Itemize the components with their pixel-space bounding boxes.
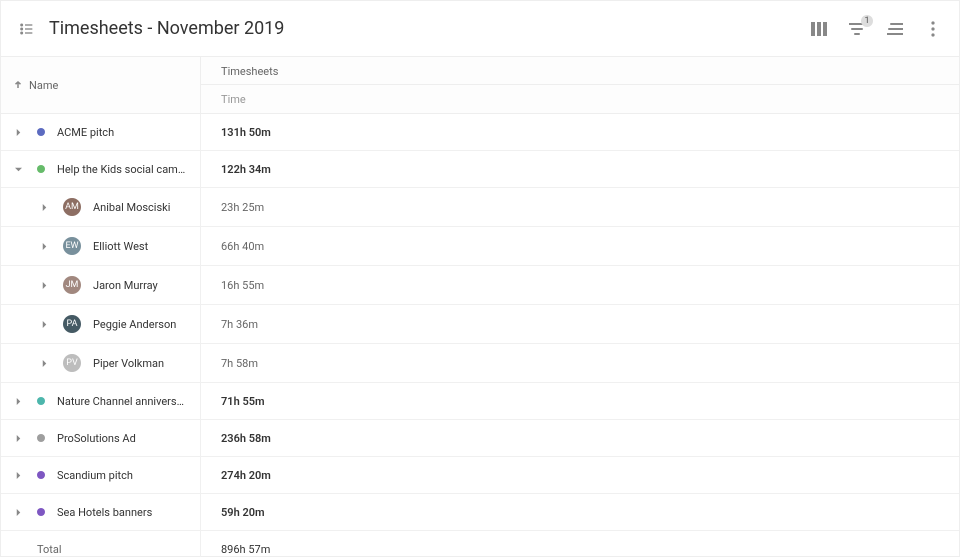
time-value: 122h 34m [221,163,271,176]
header-tools: 1 [809,19,943,39]
column-name-label: Name [29,79,58,92]
name-cell: AM Anibal Mosciski [1,188,201,226]
caret-right-icon[interactable] [13,507,23,517]
time-value: 7h 36m [221,318,258,331]
view-switch-icon[interactable] [17,19,37,39]
column-sub-label[interactable]: Time [201,85,959,113]
caret-right-icon[interactable] [39,202,49,212]
project-row[interactable]: ACME pitch 131h 50m [1,114,959,151]
time-value: 236h 58m [221,432,271,445]
caret-right-icon[interactable] [39,241,49,251]
name-cell: ProSolutions Ad [1,420,201,456]
avatar: PA [63,315,81,333]
name-cell: ACME pitch [1,114,201,150]
page-header: Timesheets - November 2019 1 [1,1,959,57]
project-color-dot [37,508,45,516]
user-name: Peggie Anderson [93,318,176,331]
time-value: 16h 55m [221,279,264,292]
caret-down-icon[interactable] [13,164,23,174]
time-value: 66h 40m [221,240,264,253]
total-label: Total [37,543,62,556]
name-cell: EW Elliott West [1,227,201,265]
project-name: Nature Channel anniversary cam... [57,395,188,408]
project-row[interactable]: Help the Kids social campaign 122h 34m [1,151,959,188]
caret-right-icon[interactable] [13,396,23,406]
project-row[interactable]: Nature Channel anniversary cam... 71h 55m [1,383,959,420]
name-cell: Nature Channel anniversary cam... [1,383,201,419]
user-row[interactable]: AM Anibal Mosciski 23h 25m [1,188,959,227]
total-value-cell: 896h 57m [201,531,959,557]
total-row: Total 896h 57m [1,531,959,557]
column-group-label[interactable]: Timesheets [201,57,959,85]
project-name: Scandium pitch [57,469,133,482]
caret-right-icon[interactable] [13,470,23,480]
total-label-cell: Total [1,531,201,557]
time-cell: 274h 20m [201,457,959,493]
time-value: 7h 58m [221,357,258,370]
user-row[interactable]: EW Elliott West 66h 40m [1,227,959,266]
time-cell: 131h 50m [201,114,959,150]
project-name: ACME pitch [57,126,114,139]
column-header-name[interactable]: Name [1,57,201,113]
project-color-dot [37,128,45,136]
more-icon[interactable] [923,19,943,39]
project-color-dot [37,165,45,173]
filter-icon[interactable]: 1 [847,19,867,39]
user-row[interactable]: JM Jaron Murray 16h 55m [1,266,959,305]
time-cell: 59h 20m [201,494,959,530]
project-color-dot [37,434,45,442]
avatar: PV [63,354,81,372]
project-row[interactable]: Scandium pitch 274h 20m [1,457,959,494]
time-cell: 122h 34m [201,151,959,187]
name-cell: Scandium pitch [1,457,201,493]
sort-asc-icon [13,80,23,90]
columns-icon[interactable] [809,19,829,39]
user-row[interactable]: PV Piper Volkman 7h 58m [1,344,959,383]
time-cell: 23h 25m [201,189,959,225]
time-cell: 66h 40m [201,228,959,264]
rows-container: ACME pitch 131h 50m Help the Kids social c… [1,114,959,531]
name-cell: PA Peggie Anderson [1,305,201,343]
avatar: EW [63,237,81,255]
project-color-dot [37,397,45,405]
caret-right-icon[interactable] [13,127,23,137]
page-title: Timesheets - November 2019 [49,18,809,39]
name-cell: Help the Kids social campaign [1,151,201,187]
avatar: JM [63,276,81,294]
avatar: AM [63,198,81,216]
time-value: 23h 25m [221,201,264,214]
caret-right-icon[interactable] [39,319,49,329]
time-cell: 71h 55m [201,383,959,419]
caret-right-icon[interactable] [39,358,49,368]
user-name: Jaron Murray [93,279,158,292]
time-value: 71h 55m [221,395,265,408]
time-cell: 236h 58m [201,420,959,456]
name-cell: Sea Hotels banners [1,494,201,530]
user-name: Anibal Mosciski [93,201,170,214]
time-cell: 16h 55m [201,267,959,303]
total-value: 896h 57m [221,543,270,556]
time-cell: 7h 58m [201,345,959,381]
app-frame: Timesheets - November 2019 1 Name [0,0,960,557]
project-row[interactable]: ProSolutions Ad 236h 58m [1,420,959,457]
caret-right-icon[interactable] [39,280,49,290]
user-name: Elliott West [93,240,148,253]
time-value: 274h 20m [221,469,271,482]
project-name: Sea Hotels banners [57,506,152,519]
project-row[interactable]: Sea Hotels banners 59h 20m [1,494,959,531]
time-value: 131h 50m [221,126,271,139]
name-cell: PV Piper Volkman [1,344,201,382]
filter-badge: 1 [861,15,873,27]
time-cell: 7h 36m [201,306,959,342]
sort-icon[interactable] [885,19,905,39]
name-cell: JM Jaron Murray [1,266,201,304]
user-row[interactable]: PA Peggie Anderson 7h 36m [1,305,959,344]
user-name: Piper Volkman [93,357,164,370]
time-value: 59h 20m [221,506,265,519]
project-name: ProSolutions Ad [57,432,136,445]
project-name: Help the Kids social campaign [57,163,188,176]
project-color-dot [37,471,45,479]
caret-right-icon[interactable] [13,433,23,443]
column-header: Name Timesheets Time [1,57,959,114]
